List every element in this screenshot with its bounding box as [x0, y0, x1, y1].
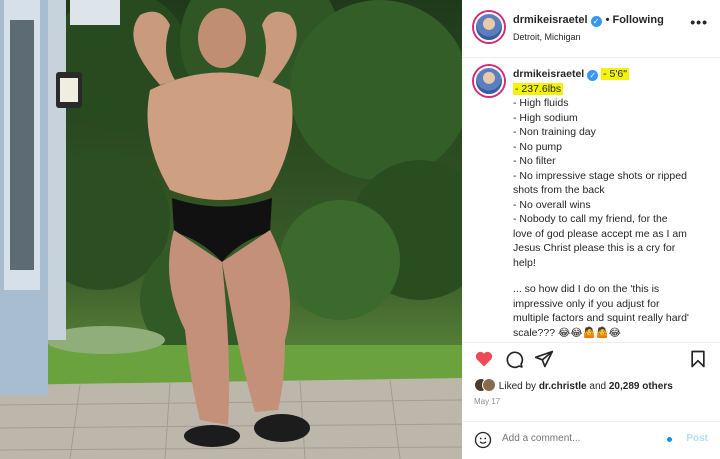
bodybuilder-photo	[0, 0, 462, 459]
caption-line: shots from the back	[513, 184, 605, 196]
caption-closing-line: impressive only if you adjust for	[513, 297, 660, 310]
liker-avatar	[482, 378, 496, 392]
author-line: drmikeisraetel ✓ • Following	[513, 14, 664, 27]
likes-prefix: Liked by	[498, 381, 537, 392]
author-username[interactable]: drmikeisraetel	[513, 14, 588, 26]
caption-line: - High fluids	[513, 97, 569, 109]
caption-avatar[interactable]	[474, 66, 504, 96]
emoji-smile-icon[interactable]	[474, 431, 492, 449]
typing-indicator	[667, 437, 672, 442]
likes-conjunction: and	[589, 381, 607, 392]
caption-verified-badge-icon: ✓	[587, 70, 599, 81]
caption-emojis: 😂😂🤷🤷😂	[557, 326, 621, 339]
post-header: drmikeisraetel ✓ • Following Detroit, Michi…	[462, 0, 720, 58]
action-bar	[462, 342, 720, 372]
caption-username[interactable]: drmikeisraetel	[513, 68, 584, 80]
caption-line: - No overall wins	[513, 198, 591, 211]
send-icon[interactable]	[534, 349, 554, 369]
header-separator: •	[605, 14, 610, 26]
liked-by-friend[interactable]: dr.christle	[539, 381, 587, 392]
caption-closing-line: ... so how did I do on the 'this is	[513, 283, 660, 295]
author-avatar[interactable]	[474, 12, 504, 42]
caption-line: - High sodium	[513, 111, 578, 124]
post-location[interactable]: Detroit, Michigan	[513, 32, 581, 42]
caption-section: drmikeisraetel ✓ - 5'6" - 237.6lbs - High…	[462, 58, 720, 339]
weight-highlight: - 237.6lbs	[513, 82, 564, 95]
caption-line: help!	[513, 256, 536, 269]
more-horizontal-icon[interactable]: •••	[690, 14, 708, 30]
caption-line: Jesus Christ please this is a cry for	[513, 242, 676, 254]
likes-count[interactable]: 20,289 others	[609, 381, 673, 392]
post-date[interactable]: May 17	[474, 397, 500, 406]
caption-closing-line: scale???	[513, 326, 556, 339]
caption-line: - No filter	[513, 155, 556, 167]
caption-line: - Non training day	[513, 126, 596, 138]
caption-line: - No pump	[513, 140, 563, 153]
post-details-panel: drmikeisraetel ✓ • Following Detroit, Michi…	[462, 0, 720, 459]
likes-summary[interactable]: Liked by dr.christle and 20,289 others	[474, 378, 714, 394]
verified-badge-icon: ✓	[590, 16, 602, 27]
heart-filled-icon[interactable]	[474, 349, 494, 369]
bookmark-icon[interactable]	[688, 349, 708, 369]
comment-bar: Post	[462, 421, 720, 459]
caption-line: love of god please accept me as I am	[513, 227, 687, 240]
comment-icon[interactable]	[504, 349, 524, 369]
post-photo[interactable]	[0, 0, 462, 459]
height-highlight: - 5'6"	[601, 68, 629, 80]
following-button[interactable]: Following	[612, 14, 663, 26]
caption-text: drmikeisraetel ✓ - 5'6" - 237.6lbs - High…	[513, 67, 713, 340]
caption-closing-line: multiple factors and squint really hard'	[513, 312, 689, 324]
caption-line: - No impressive stage shots or ripped	[513, 169, 687, 182]
caption-line: - Nobody to call my friend, for the	[513, 213, 668, 225]
post-comment-button[interactable]: Post	[686, 433, 708, 444]
comment-input[interactable]	[502, 433, 662, 444]
